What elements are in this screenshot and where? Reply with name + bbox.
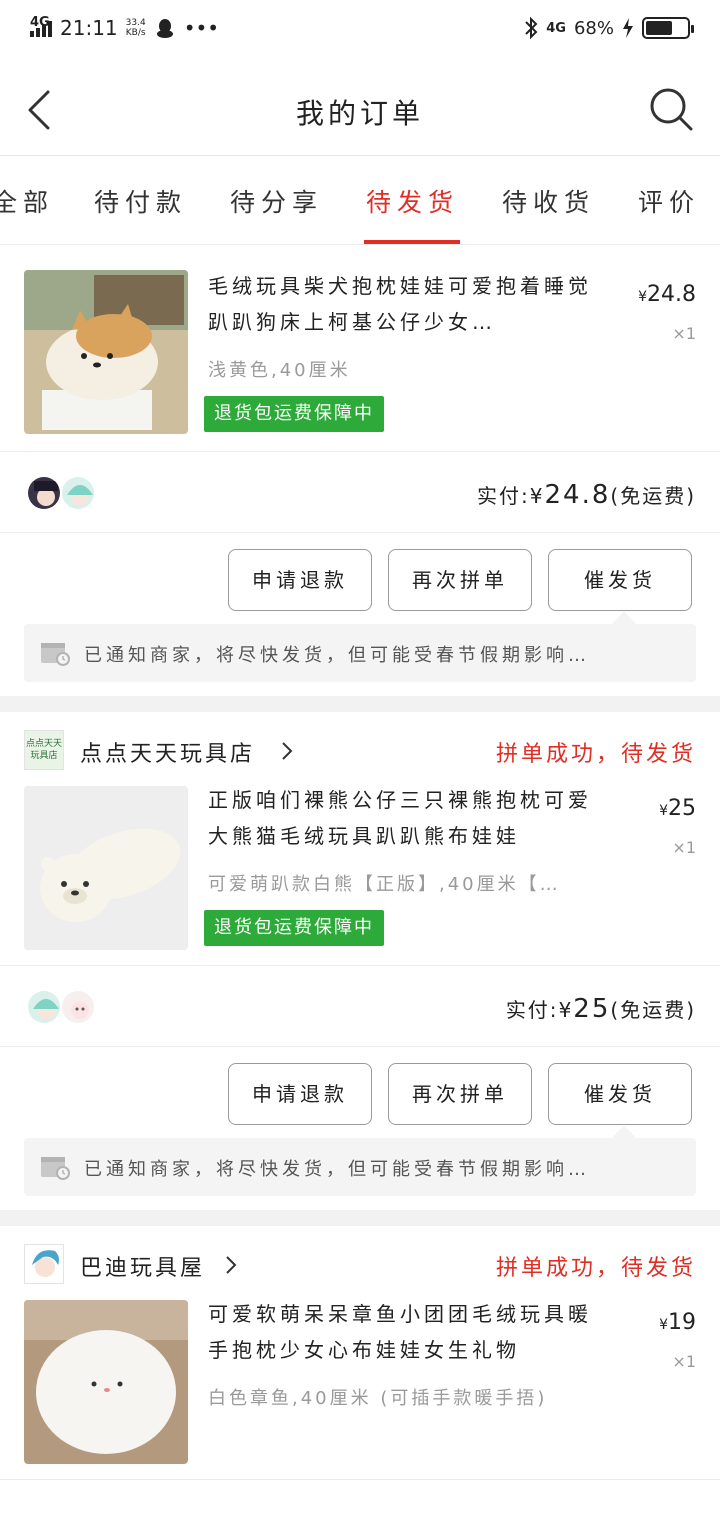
charging-icon [623,18,633,38]
divider [0,965,720,966]
price-value: 25 [668,796,696,821]
chevron-right-icon [282,742,293,760]
shipping-notice: 已通知商家，将尽快发货，但可能受春节假期影响… [24,624,696,682]
urge-shipment-button[interactable]: 催发货 [548,549,692,611]
paid-label: 实付: [477,484,530,508]
tab-review[interactable]: 评价 [638,183,700,219]
paid-amount: 实付:¥25(免运费) [506,994,696,1024]
search-button[interactable] [648,86,694,132]
paid-amount: 实付:¥24.8(免运费) [477,480,696,510]
status-right: 4G 68% [524,16,694,40]
shop-name[interactable]: 巴迪玩具屋 [80,1250,205,1282]
clock: 21:11 [60,16,118,40]
price-value: 24.8 [647,282,696,307]
tab-all[interactable]: 全部 [0,183,54,219]
shipping-notice: 已通知商家，将尽快发货，但可能受春节假期影响… [24,1138,696,1196]
shop-logo [24,1244,64,1284]
chevron-right-icon [226,1256,237,1274]
product-image[interactable] [24,1300,188,1464]
search-icon [650,88,693,131]
calendar-clock-icon [41,1157,70,1180]
shipping-note: (免运费) [610,998,696,1022]
divider [0,451,720,452]
product-price: ¥25 [659,796,696,821]
network-type: 4G [30,15,50,30]
calendar-clock-icon [41,643,70,666]
shop-header[interactable]: 点点天天玩具店 点点天天玩具店 拼单成功，待发货 [24,730,696,772]
urge-shipment-button[interactable]: 催发货 [548,1063,692,1125]
shop-header[interactable]: 巴迪玩具屋 拼单成功，待发货 [24,1244,696,1286]
product-image[interactable] [24,270,188,434]
bluetooth-icon [525,16,538,40]
avatar [26,989,62,1025]
order-card: 毛绒玩具柴犬抱枕娃娃可爱抱着睡觉趴趴狗床上柯基公仔少女… 浅黄色,40厘米 退货… [0,246,720,696]
price-currency: ¥ [659,803,668,819]
shipping-note: (免运费) [610,484,696,508]
price-value: 19 [668,1310,696,1335]
product-spec: 可爱萌趴款白熊【正版】,40厘米【… [208,874,561,895]
group-avatars [26,989,96,1025]
return-shipping-badge: 退货包运费保障中 [204,910,384,946]
net-speed-value: 33.4 [125,18,146,28]
net-speed-unit: KB/s [125,28,146,38]
battery-icon [642,17,694,39]
active-tab-indicator [364,240,460,244]
order-status: 拼单成功，待发货 [495,742,696,767]
product-price: ¥24.8 [638,282,696,307]
avatar [26,475,62,511]
apply-refund-button[interactable]: 申请退款 [228,1063,372,1125]
product-image[interactable] [24,786,188,950]
return-shipping-badge: 退货包运费保障中 [204,396,384,432]
status-left: 4G 21:11 33.4 KB/s ••• [30,15,220,40]
shop-name[interactable]: 点点天天玩具店 [80,736,255,768]
status-bar: 4G 21:11 33.4 KB/s ••• 4G 68% [0,0,720,64]
divider [0,1046,720,1047]
divider [0,1479,720,1480]
battery-fill [646,21,672,35]
paid-label: 实付: [505,998,559,1022]
notice-text: 已通知商家，将尽快发货，但可能受春节假期影响… [84,645,590,666]
avatar [60,989,96,1025]
tab-pending-shipment[interactable]: 待发货 [366,183,459,219]
paid-currency: ¥ [529,484,545,508]
product-quantity: ×1 [672,838,696,857]
cell-signal-icon: 4G [30,15,52,37]
order-card: 巴迪玩具屋 拼单成功，待发货 可爱软萌呆呆章鱼小团团毛绒玩具暖手抱枕少女心布娃娃… [0,1226,720,1520]
product-spec: 白色章鱼,40厘米 (可插手款暖手捂) [208,1388,548,1409]
notice-text: 已通知商家，将尽快发货，但可能受春节假期影响… [84,1159,590,1180]
network-type-right: 4G [546,20,566,36]
divider [0,532,720,533]
product-title[interactable]: 正版咱们裸熊公仔三只裸熊抱枕可爱大熊猫毛绒玩具趴趴熊布娃娃 [208,782,608,854]
more-notifications-icon: ••• [183,16,220,40]
net-speed: 33.4 KB/s [126,18,146,38]
paid-value: 24.8 [544,480,611,510]
order-tabs: 全部 待付款 待分享 待发货 待收货 评价 [0,157,720,245]
product-quantity: ×1 [672,1352,696,1371]
qq-icon [156,19,173,38]
price-currency: ¥ [659,1317,668,1333]
product-spec: 浅黄色,40厘米 [208,360,351,381]
apply-refund-button[interactable]: 申请退款 [228,549,372,611]
group-avatars [26,475,96,511]
group-again-button[interactable]: 再次拼单 [388,1063,532,1125]
app-header: 我的订单 [0,64,720,156]
battery-percent: 68% [573,17,614,39]
paid-currency: ¥ [558,998,574,1022]
product-quantity: ×1 [672,324,696,343]
tab-pending-share[interactable]: 待分享 [230,183,323,219]
shop-logo: 点点天天玩具店 [24,730,64,770]
avatar [60,475,96,511]
product-price: ¥19 [659,1310,696,1335]
page-title: 我的订单 [295,97,424,130]
paid-value: 25 [573,994,611,1024]
order-list[interactable]: 毛绒玩具柴犬抱枕娃娃可爱抱着睡觉趴趴狗床上柯基公仔少女… 浅黄色,40厘米 退货… [0,246,720,1520]
order-card: 点点天天玩具店 点点天天玩具店 拼单成功，待发货 正版咱们裸熊公仔三只裸熊抱枕可… [0,712,720,1210]
order-status: 拼单成功，待发货 [495,1256,696,1281]
tab-pending-payment[interactable]: 待付款 [94,183,187,219]
tab-pending-receipt[interactable]: 待收货 [502,183,595,219]
product-title[interactable]: 可爱软萌呆呆章鱼小团团毛绒玩具暖手抱枕少女心布娃娃女生礼物 [208,1296,608,1368]
product-title[interactable]: 毛绒玩具柴犬抱枕娃娃可爱抱着睡觉趴趴狗床上柯基公仔少女… [208,268,608,340]
price-currency: ¥ [638,289,648,305]
group-again-button[interactable]: 再次拼单 [388,549,532,611]
